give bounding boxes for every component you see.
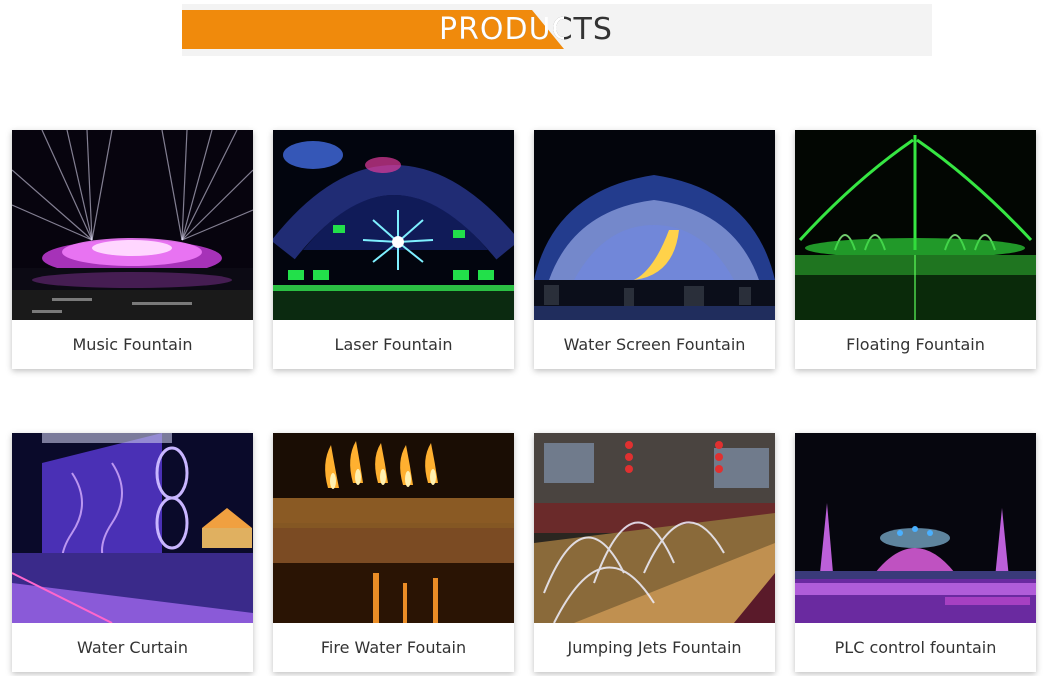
product-card-water-screen-fountain[interactable]: Water Screen Fountain bbox=[534, 130, 775, 369]
product-card-water-curtain[interactable]: Water Curtain bbox=[12, 433, 253, 672]
jumping-jets-fountain-photo[interactable] bbox=[534, 433, 775, 623]
floating-fountain-photo[interactable] bbox=[795, 130, 1036, 320]
product-card-music-fountain[interactable]: Music Fountain bbox=[12, 130, 253, 369]
product-label[interactable]: Fire Water Foutain bbox=[273, 623, 514, 672]
product-label[interactable]: Water Screen Fountain bbox=[534, 320, 775, 369]
product-label[interactable]: Jumping Jets Fountain bbox=[534, 623, 775, 672]
section-header: PRODUCTS PRODUCTS bbox=[182, 4, 932, 56]
product-label[interactable]: Water Curtain bbox=[12, 623, 253, 672]
product-card-plc-control-fountain[interactable]: PLC control fountain bbox=[795, 433, 1036, 672]
fire-water-fountain-photo[interactable] bbox=[273, 433, 514, 623]
plc-control-fountain-photo[interactable] bbox=[795, 433, 1036, 623]
laser-fountain-photo[interactable] bbox=[273, 130, 514, 320]
product-label[interactable]: Floating Fountain bbox=[795, 320, 1036, 369]
music-fountain-photo[interactable] bbox=[12, 130, 253, 320]
product-card-fire-water-fountain[interactable]: Fire Water Foutain bbox=[273, 433, 514, 672]
page-title: PRODUCTS PRODUCTS bbox=[439, 12, 613, 47]
water-curtain-photo[interactable] bbox=[12, 433, 253, 623]
product-label[interactable]: Laser Fountain bbox=[273, 320, 514, 369]
product-card-laser-fountain[interactable]: Laser Fountain bbox=[273, 130, 514, 369]
product-label[interactable]: PLC control fountain bbox=[795, 623, 1036, 672]
water-screen-fountain-photo[interactable] bbox=[534, 130, 775, 320]
product-card-floating-fountain[interactable]: Floating Fountain bbox=[795, 130, 1036, 369]
product-label[interactable]: Music Fountain bbox=[12, 320, 253, 369]
product-card-jumping-jets-fountain[interactable]: Jumping Jets Fountain bbox=[534, 433, 775, 672]
